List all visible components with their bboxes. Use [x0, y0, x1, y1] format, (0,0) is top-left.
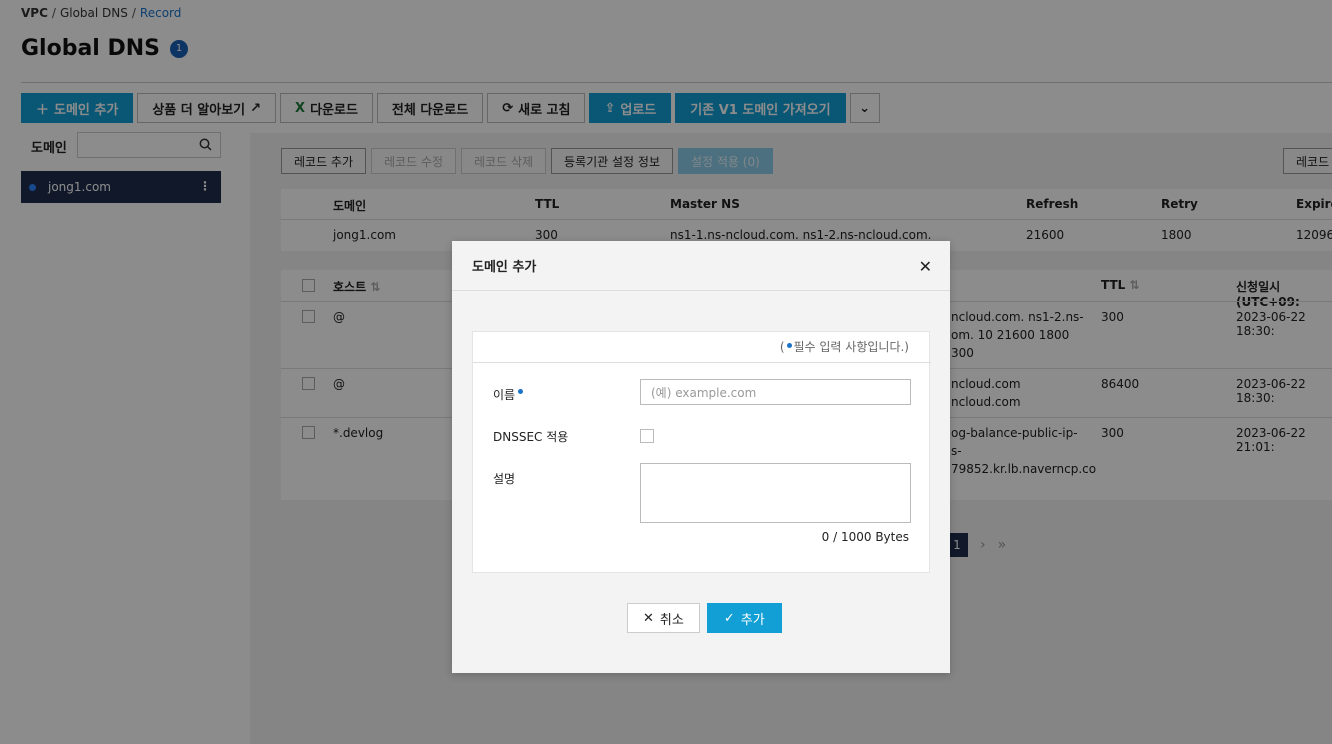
dnssec-label: DNSSEC 적용 [493, 430, 569, 444]
close-icon[interactable]: ✕ [919, 257, 932, 276]
required-dot-icon [518, 389, 524, 394]
name-label: 이름 [493, 386, 524, 403]
close-icon: ✕ [643, 610, 654, 626]
name-input[interactable]: (예) example.com [640, 379, 911, 405]
modal-footer: ✕ 취소 ✓ 추가 [627, 603, 782, 633]
confirm-button[interactable]: ✓ 추가 [706, 603, 782, 633]
cancel-button[interactable]: ✕ 취소 [627, 603, 700, 633]
check-icon: ✓ [723, 610, 735, 626]
form-card: (필수 입력 사항입니다.) 이름 (예) example.com DNSSEC… [472, 331, 931, 573]
required-note: (필수 입력 사항입니다.) [779, 340, 909, 354]
dnssec-checkbox[interactable] [640, 429, 654, 443]
modal-title: 도메인 추가 [472, 260, 537, 275]
byte-counter: 0 / 1000 Bytes [821, 530, 909, 544]
required-dot-icon [786, 343, 792, 348]
description-label: 설명 [493, 472, 516, 486]
modal-header: 도메인 추가 ✕ [452, 241, 950, 291]
divider [473, 362, 931, 363]
description-textarea[interactable] [640, 463, 911, 523]
add-domain-modal: 도메인 추가 ✕ (필수 입력 사항입니다.) 이름 (예) example.c… [452, 241, 950, 673]
